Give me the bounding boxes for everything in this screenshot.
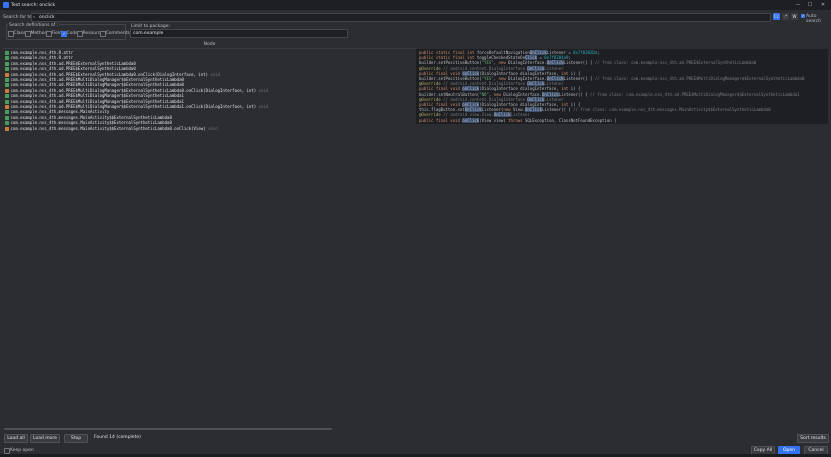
result-name: com.example.nss_4th.R.attr: [10, 50, 74, 55]
app-icon: [3, 2, 9, 8]
method-icon: [5, 105, 9, 109]
results-tree[interactable]: com.example.nss_4th.R.attr com.example.ns…: [3, 49, 416, 427]
result-name: com.example.nss_4th.ad.PREE$MultiDialogM…: [10, 104, 257, 109]
minimize-button[interactable]: —: [793, 1, 803, 9]
sort-results-button[interactable]: Sort results: [797, 434, 829, 443]
result-row[interactable]: com.example.nss_4th.ad.PREE$MultiDialogM…: [5, 93, 184, 99]
maximize-button[interactable]: ☐: [805, 1, 815, 9]
class-icon: [5, 67, 9, 72]
keep-open-label: Keep open: [10, 448, 34, 453]
code-preview[interactable]: public static final int forceDefaultNavi…: [416, 49, 828, 124]
class-icon: [5, 83, 9, 88]
class-icon: [5, 78, 9, 82]
auto-search-label: Auto search: [806, 14, 821, 24]
code-line: public final void onClick(View view) thr…: [419, 117, 617, 123]
empty-area: [416, 124, 828, 427]
class-icon: [5, 115, 9, 120]
match-case-button[interactable]: Cc: [773, 13, 780, 20]
class-icon: [5, 61, 9, 66]
class-icon: [5, 94, 9, 99]
result-row[interactable]: com.example.nss_4th.messages.MainActivit…: [5, 120, 172, 126]
package-label: Limit to package:: [131, 23, 171, 29]
class-icon: [5, 56, 9, 61]
result-row[interactable]: com.example.nss_4th.ad.PREE$MultiDialogM…: [5, 104, 268, 109]
node-column-header[interactable]: Node: [3, 42, 416, 49]
result-row[interactable]: com.example.nss_4th.ad.PREE$MultiDialogM…: [5, 82, 184, 88]
result-row[interactable]: com.example.nss_4th.messages.MainActivit…: [5, 109, 110, 115]
close-button[interactable]: ✕: [818, 1, 828, 9]
search-status: Found 14 (complete): [94, 435, 141, 440]
search-definitions-legend: Search definitions of :: [8, 22, 60, 28]
result-row[interactable]: com.example.nss_4th.ad.PREE$MultiDialogM…: [5, 99, 184, 104]
load-more-button[interactable]: Load more: [30, 434, 60, 443]
result-row[interactable]: com.example.nss_4th.R.attr: [5, 50, 73, 55]
method-icon: [5, 88, 9, 93]
result-row[interactable]: com.example.nss_4th.messages.MainActivit…: [5, 126, 218, 131]
result-return-type: void: [207, 71, 221, 77]
window-title: Text search: onclick: [11, 2, 56, 8]
whole-words-button[interactable]: W: [791, 13, 798, 20]
search-icon: ⌕: [33, 13, 36, 19]
result-name: com.example.nss_4th.ad.PREE$MultiDialogM…: [10, 87, 257, 93]
result-row[interactable]: com.example.nss_4th.ad.PREE$ExternalSynt…: [5, 66, 136, 72]
result-row[interactable]: com.example.nss_4th.ad.PREE$ExternalSynt…: [5, 72, 220, 77]
class-icon: [5, 51, 9, 55]
class-icon: [5, 110, 9, 115]
result-name: com.example.nss_4th.messages.MainActivit…: [10, 114, 172, 120]
method-icon: [5, 72, 9, 77]
regex-button[interactable]: .*: [782, 13, 789, 20]
load-all-button[interactable]: Load all: [4, 434, 28, 443]
horizontal-scrollbar[interactable]: [4, 428, 332, 430]
search-input[interactable]: [31, 13, 771, 22]
result-name: com.example.nss_4th.messages.MainActivit…: [10, 109, 110, 115]
result-name: com.example.nss_4th.ad.PREE$ExternalSynt…: [10, 66, 136, 72]
result-row[interactable]: com.example.nss_4th.ad.PREE$MultiDialogM…: [5, 88, 268, 93]
result-row[interactable]: com.example.nss_4th.ad.PREE$MultiDialogM…: [5, 77, 184, 82]
auto-search-checkbox[interactable]: ✓: [801, 14, 805, 18]
search-value[interactable]: onclick: [39, 15, 55, 20]
title-bar: [0, 0, 831, 10]
result-return-type: void: [256, 104, 269, 109]
result-name: com.example.nss_4th.ad.PREE$ExternalSynt…: [10, 71, 208, 77]
class-icon: [5, 121, 9, 126]
result-name: com.example.nss_4th.messages.MainActivit…: [10, 120, 172, 126]
result-return-type: void: [256, 87, 269, 93]
result-name: com.example.nss_4th.ad.PREE$MultiDialogM…: [10, 93, 184, 99]
result-name: com.example.nss_4th.ad.PREE$MultiDialogM…: [10, 77, 184, 82]
result-name: com.example.nss_4th.ad.PREE$ExternalSynt…: [10, 60, 136, 66]
result-row[interactable]: com.example.nss_4th.messages.MainActivit…: [5, 115, 172, 120]
result-row[interactable]: com.example.nss_4th.R.attr: [5, 55, 74, 61]
comments-label: Comments: [105, 31, 130, 36]
class-label: Class: [13, 31, 26, 36]
stop-button[interactable]: Stop: [64, 434, 88, 443]
method-label: Method: [30, 31, 48, 36]
result-name: com.example.nss_4th.R.attr: [10, 55, 74, 61]
result-name: com.example.nss_4th.ad.PREE$MultiDialogM…: [10, 82, 184, 88]
class-icon: [5, 99, 9, 104]
result-name: com.example.nss_4th.messages.MainActivit…: [10, 125, 206, 131]
result-return-type: void: [205, 125, 218, 131]
package-value[interactable]: com.example: [133, 31, 163, 36]
method-icon: [5, 126, 9, 131]
result-name: com.example.nss_4th.ad.PREE$MultiDialogM…: [10, 98, 184, 104]
result-row[interactable]: com.example.nss_4th.ad.PREE$ExternalSynt…: [5, 61, 136, 66]
